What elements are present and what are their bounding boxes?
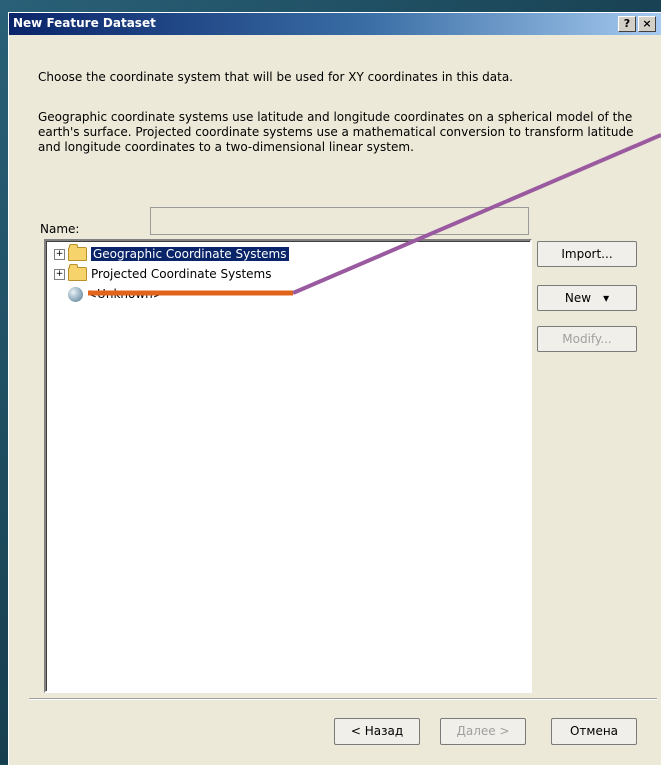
purple-annotation-line	[292, 133, 661, 295]
annotation-overlay	[88, 133, 661, 296]
